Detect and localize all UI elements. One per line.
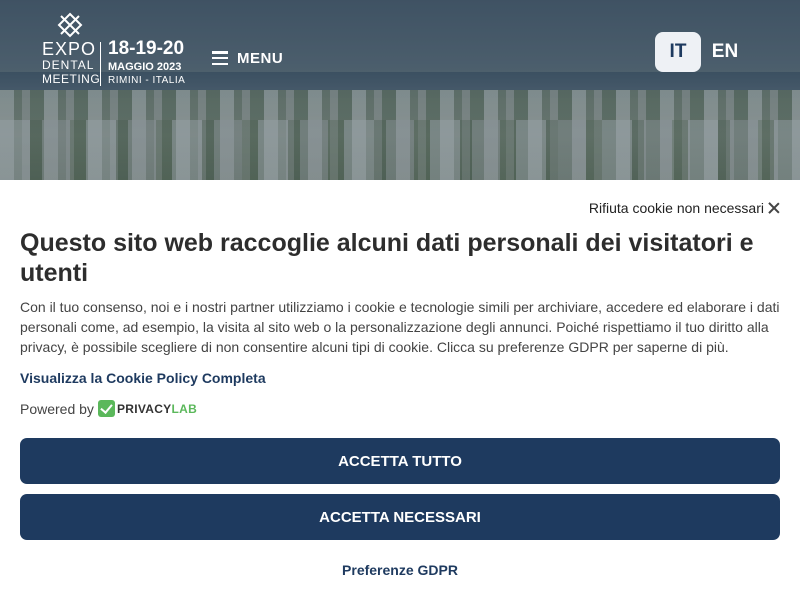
event-place: RIMINI - ITALIA: [108, 75, 186, 86]
hero-background: EXPO DENTAL MEETING 18-19-20 MAGGIO 2023…: [0, 0, 800, 180]
cookie-banner-title: Questo sito web raccoglie alcuni dati pe…: [20, 229, 754, 287]
logo-cross-icon: [57, 12, 83, 38]
brand-name-part1: PRIVACY: [116, 401, 172, 416]
menu-label: MENU: [237, 49, 284, 67]
hamburger-icon: [212, 51, 228, 65]
cookie-banner-description: Con il tuo consenso, noi e i nostri part…: [20, 299, 780, 355]
accept-necessary-button[interactable]: ACCETTA NECESSARI: [20, 494, 780, 540]
event-month: MAGGIO 2023: [108, 61, 182, 73]
close-icon: [768, 202, 780, 214]
logo-expo-text: EXPO: [42, 39, 97, 59]
reject-cookies-link[interactable]: Rifiuta cookie non necessari: [589, 200, 780, 216]
logo-divider: [100, 42, 101, 86]
privacylab-logo[interactable]: PRIVACYLAB: [97, 400, 198, 417]
checkmark-icon: [97, 400, 115, 417]
logo-meeting-text: MEETING: [42, 72, 101, 86]
menu-button[interactable]: MENU: [212, 48, 283, 68]
cookie-policy-link[interactable]: Visualizza la Cookie Policy Completa: [20, 370, 266, 386]
powered-by: Powered by PRIVACYLAB: [20, 400, 197, 417]
event-dates: 18-19-20: [108, 38, 185, 59]
brand-name-part2: LAB: [171, 401, 198, 416]
cookie-banner: Rifiuta cookie non necessari Questo sito…: [0, 180, 800, 600]
accept-all-button[interactable]: ACCETTA TUTTO: [20, 438, 780, 484]
site-logo[interactable]: EXPO DENTAL MEETING 18-19-20 MAGGIO 2023…: [42, 12, 192, 90]
gdpr-preferences-link[interactable]: Preferenze GDPR: [0, 562, 800, 578]
language-it-button[interactable]: IT: [655, 32, 701, 72]
logo-dental-text: DENTAL: [42, 58, 95, 72]
reject-cookies-label: Rifiuta cookie non necessari: [588, 200, 764, 216]
language-en-button[interactable]: EN: [702, 32, 748, 72]
powered-by-label: Powered by: [20, 400, 94, 417]
